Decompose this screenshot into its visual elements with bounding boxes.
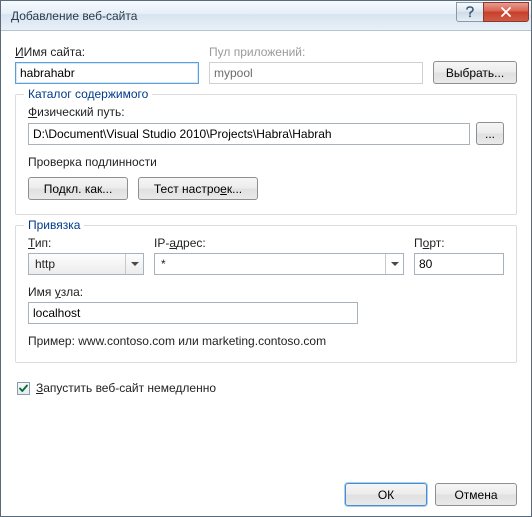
name-pool-row: ИИмя сайта: Пул приложений: Выбрать... <box>15 45 517 84</box>
binding-row1: Тип: http IP-адрес: * <box>28 236 504 275</box>
start-now-label: Запустить веб-сайт немедленно <box>36 381 216 395</box>
type-label: Тип: <box>28 236 144 250</box>
help-button[interactable] <box>456 2 484 22</box>
add-website-dialog: Добавление веб-сайта ИИмя сайта: <box>0 0 532 517</box>
ip-label: IP-адрес: <box>154 236 404 250</box>
check-icon <box>18 383 29 394</box>
content-legend: Каталог содержимого <box>24 87 152 101</box>
window-title: Добавление веб-сайта <box>11 9 457 23</box>
titlebar-buttons <box>457 2 529 24</box>
ip-value: * <box>155 257 385 271</box>
physical-path-label: Физический путь: <box>28 105 504 119</box>
close-button[interactable] <box>483 2 529 22</box>
app-pool-label: Пул приложений: <box>209 45 423 59</box>
site-name-input[interactable] <box>15 62 199 84</box>
binding-groupbox: Привязка Тип: http IP-адрес: <box>15 225 517 363</box>
host-example: Пример: www.contoso.com или marketing.co… <box>28 334 504 348</box>
auth-buttons-row: Подкл. как... Тест настроек... <box>28 177 504 200</box>
ip-combobox[interactable]: * <box>154 253 404 275</box>
browse-path-button[interactable]: ... <box>476 122 504 145</box>
select-pool-wrap: Выбрать... <box>433 61 517 84</box>
physical-path-row: ... <box>28 122 504 145</box>
select-pool-button[interactable]: Выбрать... <box>433 61 517 84</box>
type-group: Тип: http <box>28 236 144 275</box>
host-group: Имя узла: <box>28 285 504 324</box>
site-name-label: ИИмя сайта: <box>15 45 199 59</box>
site-name-group: ИИмя сайта: <box>15 45 199 84</box>
type-combobox[interactable]: http <box>28 253 144 275</box>
ip-group: IP-адрес: * <box>154 236 404 275</box>
app-pool-input <box>209 62 423 84</box>
dialog-footer: ОК Отмена <box>15 469 517 506</box>
close-icon <box>500 7 512 17</box>
test-settings-button[interactable]: Тест настроек... <box>138 177 258 200</box>
chevron-down-icon <box>385 254 403 274</box>
app-pool-group: Пул приложений: <box>209 45 423 84</box>
type-value: http <box>29 257 125 271</box>
host-input[interactable] <box>28 302 358 324</box>
content-groupbox: Каталог содержимого Физический путь: ...… <box>15 94 517 215</box>
physical-path-input[interactable] <box>28 123 470 145</box>
auth-check-label: Проверка подлинности <box>28 155 504 169</box>
ok-button[interactable]: ОК <box>345 483 427 506</box>
help-icon <box>465 6 475 18</box>
client-area: ИИмя сайта: Пул приложений: Выбрать... К… <box>1 31 531 516</box>
host-label: Имя узла: <box>28 285 504 299</box>
port-label: Порт: <box>414 236 504 250</box>
port-input[interactable] <box>414 253 504 275</box>
start-now-checkbox[interactable] <box>17 382 30 395</box>
binding-legend: Привязка <box>24 218 84 232</box>
connect-as-button[interactable]: Подкл. как... <box>28 177 128 200</box>
cancel-button[interactable]: Отмена <box>435 483 517 506</box>
port-group: Порт: <box>414 236 504 275</box>
titlebar: Добавление веб-сайта <box>1 1 531 31</box>
chevron-down-icon <box>125 254 143 274</box>
start-now-row[interactable]: Запустить веб-сайт немедленно <box>17 381 517 395</box>
